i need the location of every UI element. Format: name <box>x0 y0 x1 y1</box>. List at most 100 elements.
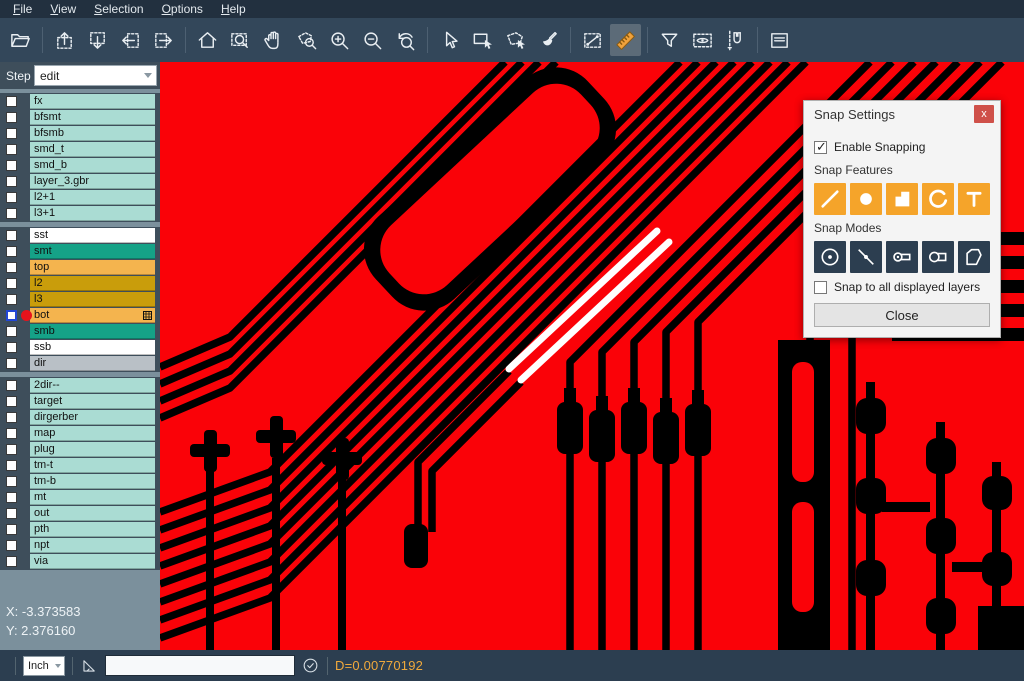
dialog-close-icon[interactable]: x <box>974 105 994 123</box>
layer-row-ssb[interactable]: ssb <box>0 340 160 355</box>
layer-row-target[interactable]: target <box>0 394 160 409</box>
menu-options[interactable]: Options <box>153 0 212 18</box>
layer-row-smb[interactable]: smb <box>0 324 160 339</box>
enable-snapping-checkbox[interactable] <box>814 141 827 154</box>
layer-row-top[interactable]: top <box>0 260 160 275</box>
layer-checkbox-l3+1[interactable] <box>6 208 17 219</box>
layer-label-smd_b[interactable]: smd_b <box>30 158 155 173</box>
layer-checkbox-target[interactable] <box>6 396 17 407</box>
layer-checkbox-l2+1[interactable] <box>6 192 17 203</box>
layer-row-dir[interactable]: dir <box>0 356 160 371</box>
layer-row-npt[interactable]: npt <box>0 538 160 553</box>
layer-checkbox-2dir--[interactable] <box>6 380 17 391</box>
layer-checkbox-via[interactable] <box>6 556 17 567</box>
layer-label-out[interactable]: out <box>30 506 155 521</box>
pan-hand-button[interactable] <box>258 24 289 56</box>
layer-row-out[interactable]: out <box>0 506 160 521</box>
layer-row-plug[interactable]: plug <box>0 442 160 457</box>
menu-file[interactable]: File <box>4 0 41 18</box>
snap-all-layers-row[interactable]: Snap to all displayed layers <box>814 280 990 294</box>
zoom-previous-button[interactable] <box>390 24 421 56</box>
snap-feature-text-button[interactable] <box>958 183 990 215</box>
layer-row-sst[interactable]: sst <box>0 228 160 243</box>
snap-all-layers-checkbox[interactable] <box>814 281 827 294</box>
layer-label-mt[interactable]: mt <box>30 490 155 505</box>
enable-snapping-row[interactable]: Enable Snapping <box>814 140 990 154</box>
zoom-out-button[interactable] <box>357 24 388 56</box>
layer-checkbox-bfsmb[interactable] <box>6 128 17 139</box>
snap-mode-center-button[interactable] <box>814 241 846 273</box>
layer-checkbox-smt[interactable] <box>6 246 17 257</box>
snap-feature-surface-button[interactable] <box>886 183 918 215</box>
show-selection-button[interactable] <box>687 24 718 56</box>
layer-checkbox-mt[interactable] <box>6 492 17 503</box>
layer-row-smt[interactable]: smt <box>0 244 160 259</box>
layer-label-bot[interactable]: bot <box>30 308 155 323</box>
layer-row-bfsmb[interactable]: bfsmb <box>0 126 160 141</box>
layer-row-pth[interactable]: pth <box>0 522 160 537</box>
shift-right-button[interactable] <box>148 24 179 56</box>
layer-label-pth[interactable]: pth <box>30 522 155 537</box>
layer-label-layer_3.gbr[interactable]: layer_3.gbr <box>30 174 155 189</box>
layer-label-dirgerber[interactable]: dirgerber <box>30 410 155 425</box>
layer-label-dir[interactable]: dir <box>30 356 155 371</box>
layer-label-2dir--[interactable]: 2dir-- <box>30 378 155 393</box>
layer-row-map[interactable]: map <box>0 426 160 441</box>
zoom-polygon-button[interactable] <box>291 24 322 56</box>
layer-checkbox-tm-b[interactable] <box>6 476 17 487</box>
filter-button[interactable] <box>654 24 685 56</box>
snap-mode-polygon-button[interactable] <box>958 241 990 273</box>
unit-select[interactable]: Inch <box>23 656 65 676</box>
layer-checkbox-bot[interactable] <box>6 310 17 321</box>
layer-row-l3+1[interactable]: l3+1 <box>0 206 160 221</box>
set-square-icon[interactable] <box>80 656 99 675</box>
zoom-area-button[interactable] <box>225 24 256 56</box>
layer-row-l3[interactable]: l3 <box>0 292 160 307</box>
layer-label-bfsmb[interactable]: bfsmb <box>30 126 155 141</box>
layer-checkbox-fx[interactable] <box>6 96 17 107</box>
layer-label-sst[interactable]: sst <box>30 228 155 243</box>
zoom-in-button[interactable] <box>324 24 355 56</box>
layer-row-dirgerber[interactable]: dirgerber <box>0 410 160 425</box>
layer-label-ssb[interactable]: ssb <box>30 340 155 355</box>
close-button[interactable]: Close <box>814 303 990 327</box>
layer-row-tm-t[interactable]: tm-t <box>0 458 160 473</box>
snap-feature-arc-button[interactable] <box>922 183 954 215</box>
layer-checkbox-pth[interactable] <box>6 524 17 535</box>
snap-dialog-titlebar[interactable]: Snap Settings x <box>804 101 1000 127</box>
step-select[interactable]: edit <box>34 65 157 86</box>
layer-label-top[interactable]: top <box>30 260 155 275</box>
layer-label-smd_t[interactable]: smd_t <box>30 142 155 157</box>
sync-check-icon[interactable] <box>301 656 320 675</box>
layer-checkbox-smb[interactable] <box>6 326 17 337</box>
snap-feature-pad-button[interactable] <box>850 183 882 215</box>
layer-row-mt[interactable]: mt <box>0 490 160 505</box>
layer-checkbox-map[interactable] <box>6 428 17 439</box>
snap-mode-slot-outline-button[interactable] <box>922 241 954 273</box>
layer-checkbox-l2[interactable] <box>6 278 17 289</box>
menu-selection[interactable]: Selection <box>85 0 152 18</box>
layer-label-bfsmt[interactable]: bfsmt <box>30 110 155 125</box>
layer-row-layer_3.gbr[interactable]: layer_3.gbr <box>0 174 160 189</box>
layer-checkbox-dir[interactable] <box>6 358 17 369</box>
snap-mode-point-on-line-button[interactable] <box>850 241 882 273</box>
layer-checkbox-plug[interactable] <box>6 444 17 455</box>
home-button[interactable] <box>192 24 223 56</box>
menu-help[interactable]: Help <box>212 0 255 18</box>
layer-checkbox-tm-t[interactable] <box>6 460 17 471</box>
layer-label-l2[interactable]: l2 <box>30 276 155 291</box>
command-input[interactable] <box>105 655 295 676</box>
menu-view[interactable]: View <box>41 0 85 18</box>
layer-label-l3+1[interactable]: l3+1 <box>30 206 155 221</box>
snap-anchor-button[interactable] <box>720 24 751 56</box>
layer-checkbox-dirgerber[interactable] <box>6 412 17 423</box>
layer-row-bot[interactable]: bot <box>0 308 160 323</box>
layer-row-smd_b[interactable]: smd_b <box>0 158 160 173</box>
layer-checkbox-top[interactable] <box>6 262 17 273</box>
layer-checkbox-sst[interactable] <box>6 230 17 241</box>
layer-label-fx[interactable]: fx <box>30 94 155 109</box>
import-down-button[interactable] <box>82 24 113 56</box>
layer-label-map[interactable]: map <box>30 426 155 441</box>
layer-label-tm-t[interactable]: tm-t <box>30 458 155 473</box>
layer-checkbox-smd_b[interactable] <box>6 160 17 171</box>
